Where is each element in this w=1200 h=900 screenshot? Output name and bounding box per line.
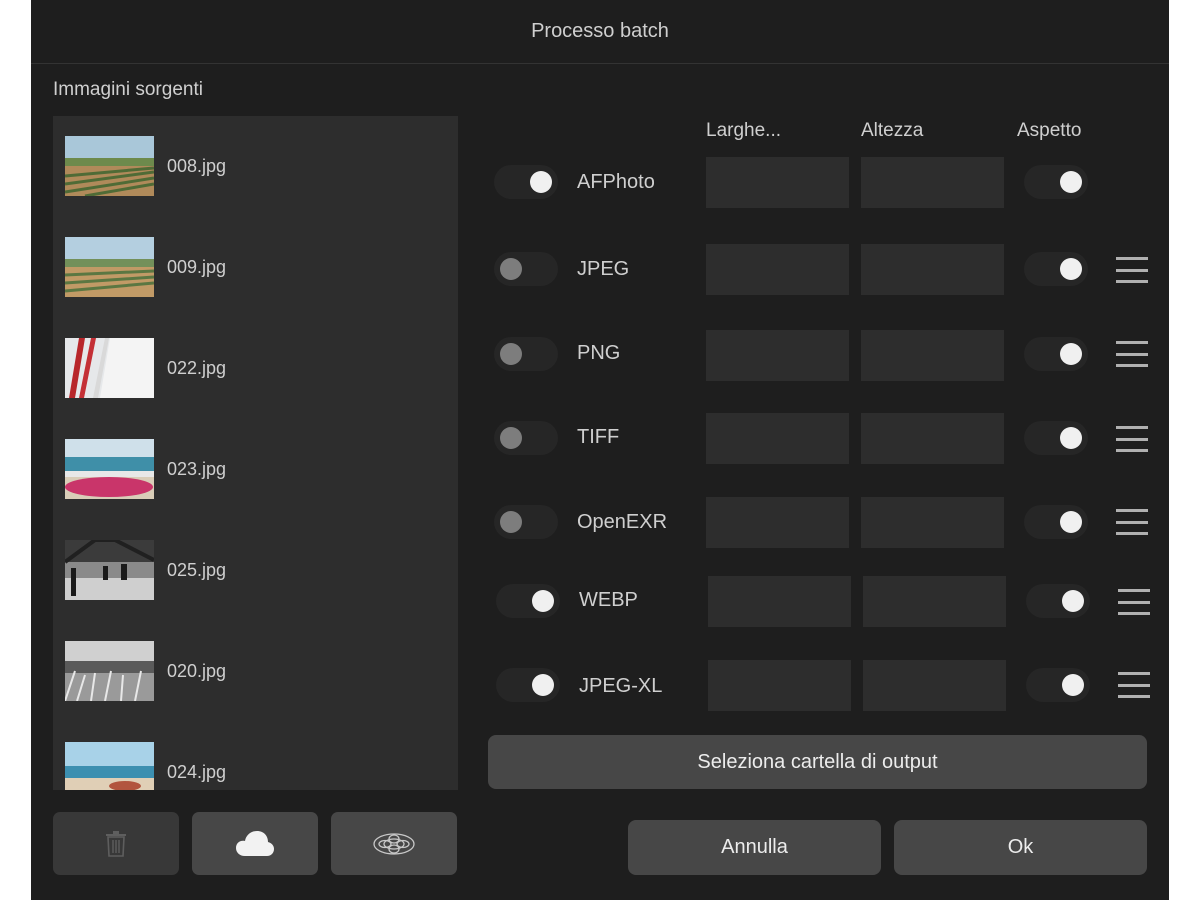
- image-thumbnail: [65, 641, 154, 701]
- image-filename: 009.jpg: [167, 257, 227, 277]
- ok-button[interactable]: Ok: [894, 820, 1147, 875]
- afphoto-aspect-toggle[interactable]: [1024, 165, 1088, 199]
- photos-flower-icon: [373, 832, 415, 855]
- jpegxl-aspect-toggle[interactable]: [1026, 668, 1090, 702]
- png-height-field[interactable]: [861, 330, 1004, 381]
- format-label: JPEG-XL: [579, 675, 663, 697]
- jpeg-height-field[interactable]: [861, 244, 1004, 295]
- image-filename: 008.jpg: [167, 156, 227, 176]
- tiff-aspect-toggle[interactable]: [1024, 421, 1088, 455]
- list-item[interactable]: 023.jpg: [53, 419, 458, 520]
- image-filename: 020.jpg: [167, 661, 227, 681]
- png-aspect-toggle[interactable]: [1024, 337, 1088, 371]
- height-column-header: Altezza: [861, 120, 924, 141]
- jpegxl-enable-toggle[interactable]: [496, 668, 560, 702]
- list-item[interactable]: 009.jpg: [53, 217, 458, 318]
- image-thumbnail: [65, 439, 154, 499]
- cloud-icon: [236, 830, 274, 856]
- png-options-menu-icon[interactable]: [1116, 341, 1148, 367]
- openexr-enable-toggle[interactable]: [494, 505, 558, 539]
- image-filename: 022.jpg: [167, 358, 227, 378]
- png-enable-toggle[interactable]: [494, 337, 558, 371]
- webp-height-field[interactable]: [863, 576, 1006, 627]
- aspect-column-header: Aspetto: [1017, 120, 1082, 141]
- jpeg-aspect-toggle[interactable]: [1024, 252, 1088, 286]
- format-label: OpenEXR: [577, 511, 668, 533]
- list-item[interactable]: 024.jpg: [53, 722, 458, 790]
- image-filename: 025.jpg: [167, 560, 227, 580]
- webp-options-menu-icon[interactable]: [1118, 589, 1150, 615]
- jpeg-enable-toggle[interactable]: [494, 252, 558, 286]
- format-label: TIFF: [577, 426, 620, 448]
- webp-width-field[interactable]: [708, 576, 851, 627]
- openexr-height-field[interactable]: [861, 497, 1004, 548]
- source-images-label: Immagini sorgenti: [53, 79, 203, 100]
- openexr-options-menu-icon[interactable]: [1116, 509, 1148, 535]
- openexr-width-field[interactable]: [706, 497, 849, 548]
- delete-button[interactable]: [53, 812, 179, 875]
- format-label: WEBP: [579, 589, 638, 611]
- image-filename: 024.jpg: [167, 762, 227, 782]
- image-thumbnail: [65, 338, 154, 398]
- trash-icon: [106, 830, 126, 857]
- format-label: AFPhoto: [577, 171, 655, 193]
- format-label: JPEG: [577, 258, 630, 280]
- image-thumbnail: [65, 540, 154, 600]
- afphoto-enable-toggle[interactable]: [494, 165, 558, 199]
- jpeg-options-menu-icon[interactable]: [1116, 257, 1148, 283]
- title-bar: Processo batch: [31, 0, 1169, 64]
- source-images-list[interactable]: 008.jpg 009.jpg 022.jpg 023.jpg 025.jpg …: [53, 116, 458, 790]
- image-filename: 023.jpg: [167, 459, 227, 479]
- png-width-field[interactable]: [706, 330, 849, 381]
- afphoto-width-field[interactable]: [706, 157, 849, 208]
- jpegxl-width-field[interactable]: [708, 660, 851, 711]
- image-thumbnail: [65, 136, 154, 196]
- image-thumbnail: [65, 237, 154, 297]
- list-item[interactable]: 025.jpg: [53, 520, 458, 621]
- afphoto-height-field[interactable]: [861, 157, 1004, 208]
- select-output-folder-button[interactable]: Seleziona cartella di output: [488, 735, 1147, 789]
- width-column-header: Larghe...: [706, 120, 781, 141]
- list-item[interactable]: 022.jpg: [53, 318, 458, 419]
- dialog-title: Processo batch: [531, 20, 669, 42]
- webp-enable-toggle[interactable]: [496, 584, 560, 618]
- batch-process-dialog: Processo batch Immagini sorgenti 008.jpg…: [31, 0, 1169, 900]
- list-item[interactable]: 008.jpg: [53, 116, 458, 217]
- jpegxl-options-menu-icon[interactable]: [1118, 672, 1150, 698]
- image-thumbnail: [65, 742, 154, 790]
- webp-aspect-toggle[interactable]: [1026, 584, 1090, 618]
- list-item[interactable]: 020.jpg: [53, 621, 458, 722]
- jpegxl-height-field[interactable]: [863, 660, 1006, 711]
- format-label: PNG: [577, 342, 621, 364]
- tiff-options-menu-icon[interactable]: [1116, 426, 1148, 452]
- cancel-button[interactable]: Annulla: [628, 820, 881, 875]
- openexr-aspect-toggle[interactable]: [1024, 505, 1088, 539]
- tiff-width-field[interactable]: [706, 413, 849, 464]
- tiff-enable-toggle[interactable]: [494, 421, 558, 455]
- tiff-height-field[interactable]: [861, 413, 1004, 464]
- photos-import-button[interactable]: [331, 812, 457, 875]
- cloud-import-button[interactable]: [192, 812, 318, 875]
- jpeg-width-field[interactable]: [706, 244, 849, 295]
